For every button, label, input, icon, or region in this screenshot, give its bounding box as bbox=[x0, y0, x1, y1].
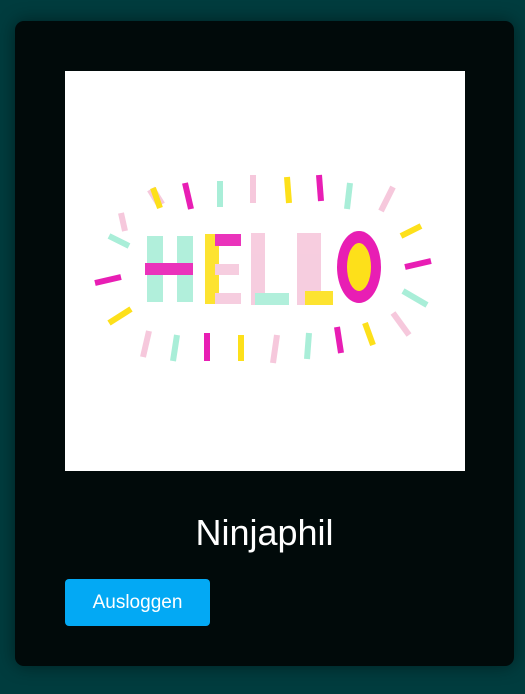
letter-e bbox=[205, 234, 241, 304]
hello-lettering-image bbox=[94, 174, 432, 364]
username: Ninjaphil bbox=[195, 512, 334, 553]
letter-l2 bbox=[297, 233, 333, 305]
avatar bbox=[65, 71, 465, 471]
profile-card: Ninjaphil Ausloggen bbox=[15, 21, 514, 666]
letter-l1 bbox=[251, 233, 289, 305]
letter-h bbox=[145, 236, 193, 302]
letter-o bbox=[337, 231, 381, 303]
logout-button[interactable]: Ausloggen bbox=[65, 579, 210, 626]
